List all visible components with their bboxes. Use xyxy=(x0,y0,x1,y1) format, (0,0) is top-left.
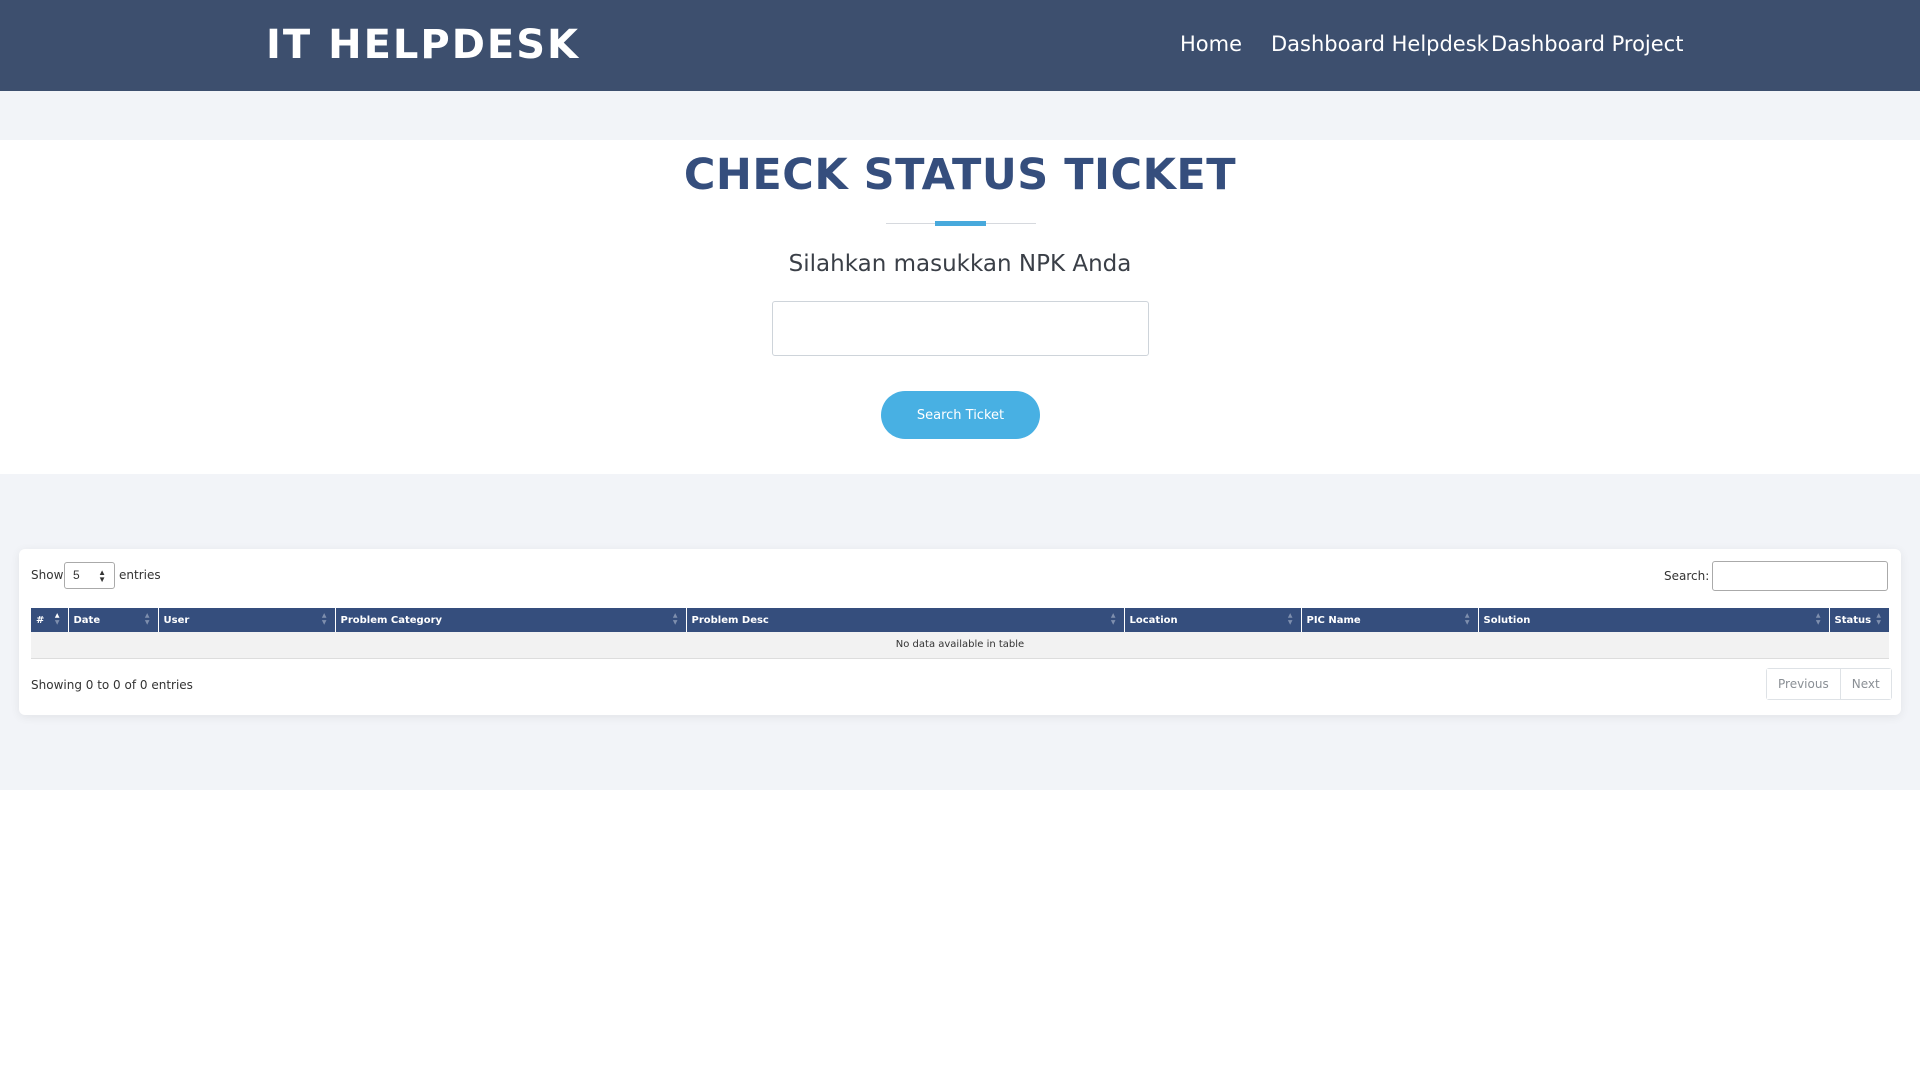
column-header-solution[interactable]: Solution ▲ ▼ xyxy=(1478,608,1830,632)
table-search-label: Search: xyxy=(1664,569,1710,583)
ticket-table: # ▲ ▼ Date ▲ ▼ User ▲ ▼ Problem Category ▲ ▼ Pro… xyxy=(31,608,1889,659)
column-header-pic-name[interactable]: PIC Name ▲ ▼ xyxy=(1301,608,1479,632)
page-length-select[interactable]: 5 ▲ ▼ xyxy=(64,562,115,589)
npk-input[interactable] xyxy=(772,301,1149,356)
entries-label: entries xyxy=(119,568,161,582)
sort-icon: ▲ ▼ xyxy=(1815,612,1821,626)
page-length-value: 5 xyxy=(73,568,80,582)
npk-prompt: Silahkan masukkan NPK Anda xyxy=(788,251,1132,277)
column-header-user[interactable]: User ▲ ▼ xyxy=(158,608,336,632)
sort-icon: ▲ ▼ xyxy=(321,612,327,626)
sort-icon: ▲ ▼ xyxy=(54,612,60,626)
search-ticket-button[interactable]: Search Ticket xyxy=(881,391,1040,439)
page-title: CHECK STATUS TICKET xyxy=(683,150,1237,200)
nav-home-link[interactable]: Home xyxy=(1180,32,1242,56)
sort-icon: ▲ ▼ xyxy=(1287,612,1293,626)
column-header-location[interactable]: Location ▲ ▼ xyxy=(1124,608,1302,632)
pagination: Previous Next xyxy=(1766,668,1892,700)
nav-dashboard-helpdesk-link[interactable]: Dashboard Helpdesk xyxy=(1271,32,1489,56)
top-navbar: IT HELPDESK Home Dashboard Helpdesk Dash… xyxy=(0,0,1920,91)
show-label: Show xyxy=(31,568,64,582)
sort-icon: ▲ ▼ xyxy=(1464,612,1470,626)
brand-logo[interactable]: IT HELPDESK xyxy=(266,22,580,68)
sort-icon: ▲ ▼ xyxy=(144,612,150,626)
background-band xyxy=(0,91,1920,140)
nav-dashboard-project-link[interactable]: Dashboard Project xyxy=(1491,32,1683,56)
sort-icon: ▲ ▼ xyxy=(1110,612,1116,626)
previous-page-button[interactable]: Previous xyxy=(1767,669,1840,699)
next-page-button[interactable]: Next xyxy=(1839,669,1891,699)
table-row: No data available in table xyxy=(31,632,1889,659)
empty-table-message: No data available in table xyxy=(31,632,1889,659)
sort-arrows-icon: ▲ ▼ xyxy=(98,568,106,584)
ticket-table-card: Show 5 ▲ ▼ entries Search: # ▲ ▼ Date ▲ ▼ Use… xyxy=(19,549,1901,715)
column-header-number[interactable]: # ▲ ▼ xyxy=(31,608,69,632)
sort-icon: ▲ ▼ xyxy=(672,612,678,626)
table-info: Showing 0 to 0 of 0 entries xyxy=(31,678,193,692)
column-header-problem-category[interactable]: Problem Category ▲ ▼ xyxy=(335,608,687,632)
table-search-input[interactable] xyxy=(1712,561,1888,591)
column-header-date[interactable]: Date ▲ ▼ xyxy=(68,608,159,632)
column-header-problem-desc[interactable]: Problem Desc ▲ ▼ xyxy=(686,608,1125,632)
title-divider-accent xyxy=(935,221,986,226)
table-header-row: # ▲ ▼ Date ▲ ▼ User ▲ ▼ Problem Category ▲ ▼ Pro… xyxy=(31,608,1889,632)
column-header-status[interactable]: Status ▲ ▼ xyxy=(1829,608,1889,632)
sort-icon: ▲ ▼ xyxy=(1876,612,1881,626)
